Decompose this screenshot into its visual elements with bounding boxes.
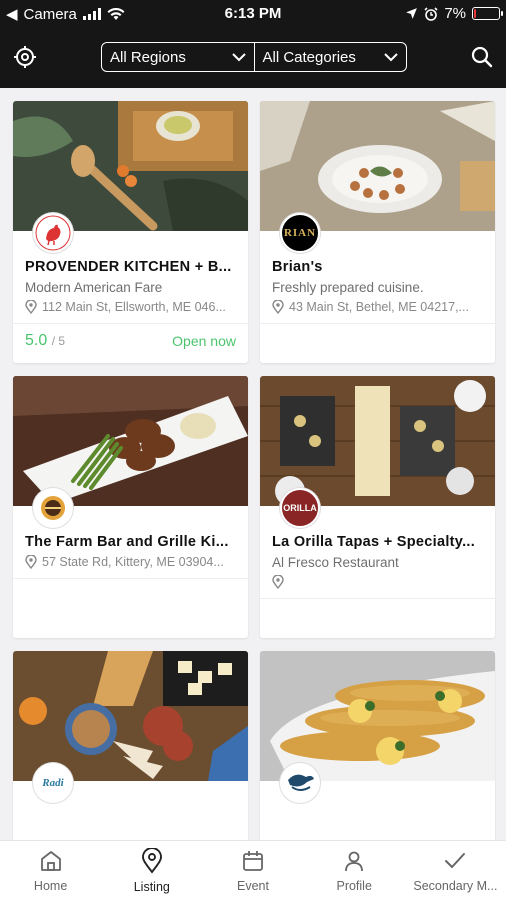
listing-footer <box>260 323 495 357</box>
listing-title: The Farm Bar and Grille Ki... <box>25 534 229 550</box>
listing-photo <box>13 651 248 781</box>
listing-subtitle: Al Fresco Restaurant <box>272 555 399 570</box>
listing-footer <box>13 578 248 612</box>
open-status: Open now <box>172 332 236 349</box>
listing-card[interactable]: Radi <box>13 651 248 840</box>
battery-icon <box>472 7 503 20</box>
la-orilla-logo: ORILLA <box>280 488 320 528</box>
listing-photo <box>260 376 495 506</box>
category-filter[interactable]: All Categories <box>253 43 407 71</box>
crosshair-icon[interactable] <box>11 43 39 71</box>
tab-event[interactable]: Event <box>202 841 303 900</box>
map-pin-icon <box>25 555 37 569</box>
listing-card[interactable]: PROVENDER KITCHEN + B... Modern American… <box>13 101 248 363</box>
search-icon[interactable] <box>468 43 496 71</box>
category-filter-label: All Categories <box>262 48 356 66</box>
map-pin-icon <box>141 847 162 874</box>
tab-label: Listing <box>133 879 170 894</box>
chevron-down-icon <box>231 52 246 61</box>
listing-rating: 5.0 / 5 <box>25 332 65 350</box>
check-icon <box>445 852 466 868</box>
tab-label: Home <box>33 878 68 893</box>
listing-subtitle: Modern American Fare <box>25 280 163 295</box>
brians-logo-text: RIAN <box>283 227 317 239</box>
filter-group: All Regions All Categories <box>101 42 407 72</box>
listing-address-text: 112 Main St, Ellsworth, ME 046... <box>42 300 226 314</box>
fish-logo <box>280 763 320 803</box>
listing-subtitle: Freshly prepared cuisine. <box>272 280 424 295</box>
rooster-logo <box>33 213 73 253</box>
listing-address: 112 Main St, Ellsworth, ME 046... <box>25 300 236 314</box>
map-pin-icon <box>25 300 37 314</box>
tab-profile[interactable]: Profile <box>304 841 405 900</box>
listing-address <box>272 575 483 589</box>
listing-card[interactable]: The Farm Bar and Grille Ki... 57 State R… <box>13 376 248 638</box>
region-filter[interactable]: All Regions <box>102 43 254 71</box>
header: All Regions All Categories <box>0 28 506 88</box>
rating-value: 5.0 <box>25 331 48 349</box>
calendar-icon <box>243 850 263 871</box>
top-bar: ◀ Camera 6:13 PM 7% All Regions All Cate… <box>0 0 506 88</box>
tab-label: Profile <box>336 878 372 893</box>
listing-address-text: 57 State Rd, Kittery, ME 03904... <box>42 555 224 569</box>
listing-title: Brian's <box>272 259 323 275</box>
status-bar: ◀ Camera 6:13 PM 7% <box>0 0 506 28</box>
listing-card[interactable]: RIAN Brian's Freshly prepared cuisine. 4… <box>260 101 495 363</box>
map-pin-icon <box>272 575 284 589</box>
la-orilla-logo-text: ORILLA <box>283 503 317 513</box>
listing-title: La Orilla Tapas + Specialty... <box>272 534 476 550</box>
farm-bar-logo <box>33 488 73 528</box>
listing-address: 43 Main St, Bethel, ME 04217,... <box>272 300 483 314</box>
location-arrow-icon <box>406 8 418 19</box>
chevron-down-icon <box>384 52 398 61</box>
rating-max: / 5 <box>51 333 66 348</box>
map-pin-icon <box>272 300 284 314</box>
region-filter-label: All Regions <box>110 48 186 66</box>
tab-label: Event <box>237 878 269 893</box>
listing-photo <box>260 101 495 231</box>
home-icon <box>40 850 61 871</box>
listing-photo <box>13 376 248 506</box>
tab-listing[interactable]: Listing <box>101 841 202 900</box>
listing-title: PROVENDER KITCHEN + B... <box>25 259 232 275</box>
user-icon <box>345 851 364 871</box>
tab-secondary-menu[interactable]: Secondary M... <box>405 841 506 900</box>
listing-photo <box>13 101 248 231</box>
tab-label: Secondary M... <box>413 878 498 893</box>
listing-card[interactable] <box>260 651 495 840</box>
listing-photo <box>260 651 495 781</box>
listing-grid: PROVENDER KITCHEN + B... Modern American… <box>0 88 506 840</box>
listing-card[interactable]: ORILLA La Orilla Tapas + Specialty... Al… <box>260 376 495 638</box>
alarm-icon <box>424 6 438 21</box>
tab-home[interactable]: Home <box>0 841 101 900</box>
tile-logo-text: Radi <box>42 777 64 789</box>
brians-logo: RIAN <box>280 213 320 253</box>
listing-footer <box>260 598 495 632</box>
listing-address-text: 43 Main St, Bethel, ME 04217,... <box>289 300 469 314</box>
battery-percent: 7% <box>444 5 466 22</box>
listing-footer: 5.0 / 5 Open now <box>13 323 248 357</box>
bottom-tab-bar: Home Listing Event Profile Secondary M..… <box>0 840 506 900</box>
tile-logo: Radi <box>33 763 73 803</box>
listing-address: 57 State Rd, Kittery, ME 03904... <box>25 555 236 569</box>
